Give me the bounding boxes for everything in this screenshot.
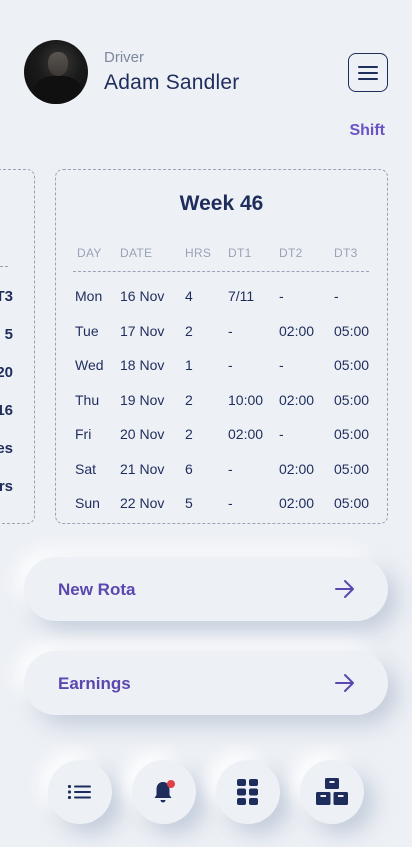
- partial-cell: 20: [0, 364, 13, 381]
- column-header-dt3: DT3: [334, 246, 358, 260]
- notification-dot: [167, 780, 175, 788]
- cell-dt1: -: [228, 357, 233, 373]
- previous-week-card[interactable]: T3 5 20 16 es rs: [0, 169, 35, 524]
- cell-date: 19 Nov: [120, 391, 165, 408]
- cell-dt1: -: [228, 495, 233, 511]
- cell-dt3: 05:00: [334, 391, 370, 408]
- cell-dt2: 02:00: [279, 460, 315, 477]
- table-header-divider: [73, 271, 369, 272]
- column-header-dt1: DT1: [228, 246, 252, 260]
- avatar-face: [48, 52, 68, 76]
- cell-date: 17 Nov: [120, 322, 165, 339]
- cell-dt2: -: [279, 288, 284, 304]
- cell-dt1: 10:00: [228, 391, 264, 408]
- user-role: Driver: [104, 49, 144, 66]
- cell-dt3: 05:00: [334, 460, 370, 477]
- nav-inventory-button[interactable]: [300, 760, 364, 824]
- cell-day: Sat: [75, 460, 97, 477]
- column-header-dt2: DT2: [279, 246, 303, 260]
- cell-day: Wed: [75, 357, 104, 373]
- cell-dt1: -: [228, 460, 233, 477]
- cell-hrs: 2: [185, 426, 193, 442]
- week-title: Week 46: [179, 192, 264, 215]
- cell-dt2: 02:00: [279, 495, 315, 511]
- cell-date: 18 Nov: [120, 357, 165, 373]
- cell-dt2: -: [279, 357, 284, 373]
- card-divider: [0, 266, 8, 267]
- partial-cell: T3: [0, 288, 13, 305]
- cell-hrs: 4: [185, 288, 193, 304]
- driver-dashboard: Driver Adam Sandler Shift T3 5 20 16 es …: [0, 0, 412, 847]
- new-rota-button[interactable]: New Rota: [24, 557, 388, 621]
- avatar-body: [34, 76, 82, 104]
- cell-hrs: 5: [185, 495, 193, 511]
- cell-dt1: -: [228, 322, 233, 339]
- partial-cell: es: [0, 440, 13, 457]
- cell-hrs: 2: [185, 322, 193, 339]
- cell-dt2: 02:00: [279, 391, 315, 408]
- earnings-button[interactable]: Earnings: [24, 651, 388, 715]
- cell-dt3: 05:00: [334, 495, 370, 511]
- cell-day: Thu: [75, 391, 100, 408]
- earnings-label: Earnings: [58, 674, 131, 693]
- cell-hrs: 1: [185, 357, 193, 373]
- grid-icon: [237, 779, 258, 805]
- new-rota-label: New Rota: [58, 580, 136, 599]
- cell-hrs: 2: [185, 391, 193, 408]
- user-name: Adam Sandler: [104, 71, 240, 94]
- cell-dt2: 02:00: [279, 322, 315, 339]
- partial-cell: 16: [0, 402, 13, 419]
- cell-date: 16 Nov: [120, 288, 165, 304]
- column-header-date: DATE: [120, 246, 153, 260]
- bell-icon: [154, 780, 175, 803]
- partial-cell: 5: [4, 326, 13, 343]
- menu-button[interactable]: [348, 53, 388, 92]
- cell-dt2: -: [279, 426, 284, 442]
- cell-dt3: 05:00: [334, 426, 370, 442]
- cell-day: Sun: [75, 495, 100, 511]
- cell-hrs: 6: [185, 460, 193, 477]
- arrow-right-icon: [335, 580, 354, 598]
- cell-date: 20 Nov: [120, 426, 165, 442]
- nav-list-button[interactable]: [48, 760, 112, 824]
- boxes-icon: [316, 778, 348, 805]
- shift-link[interactable]: Shift: [349, 122, 385, 140]
- cell-date: 22 Nov: [120, 495, 165, 511]
- cell-dt3: 05:00: [334, 357, 370, 373]
- cell-date: 21 Nov: [120, 460, 165, 477]
- cell-day: Tue: [75, 322, 99, 339]
- cell-day: Mon: [75, 288, 103, 304]
- nav-notifications-button[interactable]: [132, 760, 196, 824]
- cell-dt3: -: [334, 288, 339, 304]
- nav-grid-button[interactable]: [216, 760, 280, 824]
- arrow-right-icon: [335, 674, 354, 692]
- avatar[interactable]: [24, 40, 88, 104]
- cell-day: Fri: [75, 426, 92, 442]
- cell-dt3: 05:00: [334, 322, 370, 339]
- column-header-day: DAY: [77, 246, 102, 260]
- hamburger-menu-icon: [358, 65, 378, 80]
- cell-dt1: 7/11: [228, 288, 255, 304]
- partial-cell: rs: [0, 478, 13, 495]
- list-icon: [68, 785, 91, 799]
- column-header-hrs: HRS: [185, 246, 212, 260]
- cell-dt1: 02:00: [228, 426, 264, 442]
